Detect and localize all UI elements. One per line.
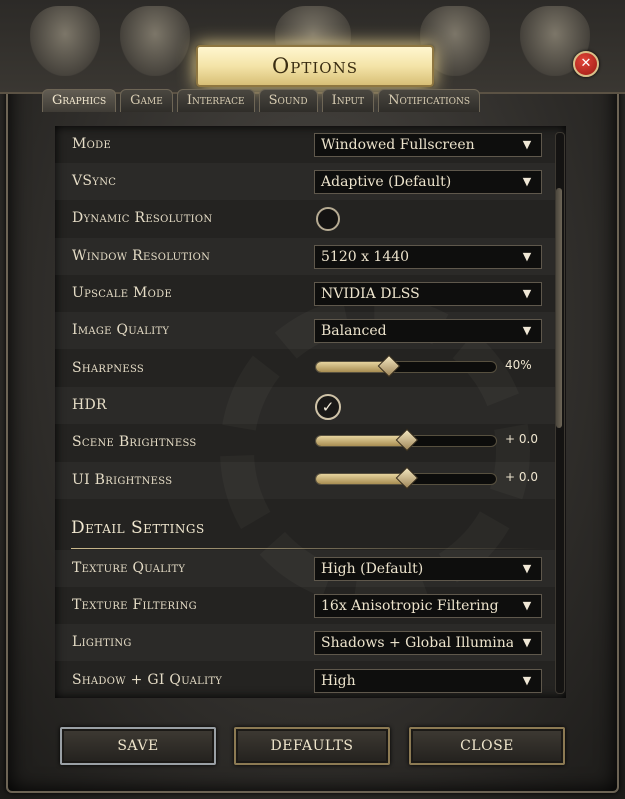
setting-row-scene-brightness: Scene Brightness + 0.0 [55,424,555,461]
sharpness-value: 40% [505,358,532,372]
texture-quality-dropdown[interactable]: High (Default) ▼ [314,557,542,581]
setting-row-vsync: VSync Adaptive (Default) ▼ [55,163,555,200]
tab-input[interactable]: Input [321,89,375,112]
close-button[interactable]: CLOSE [409,727,565,765]
setting-row-hdr: HDR ✓ [55,387,555,424]
setting-label: UI Brightness [72,472,173,488]
setting-row-shadow-gi-quality: Shadow + GI Quality High ▼ [55,662,555,698]
slider-fill [316,474,406,484]
tab-notifications[interactable]: Notifications [378,89,481,112]
dropdown-arrow-icon: ▼ [513,171,541,193]
checkmark-icon[interactable]: ✓ [315,394,341,420]
setting-row-dynamic-resolution: Dynamic Resolution [55,200,555,237]
detail-settings-heading: Detail Settings [71,518,541,549]
setting-row-texture-filtering: Texture Filtering 16x Anisotropic Filter… [55,587,555,624]
slider-handle[interactable] [377,354,401,378]
setting-row-ui-brightness: UI Brightness + 0.0 [55,462,555,499]
slider-handle[interactable] [395,428,419,452]
setting-label: Scene Brightness [72,434,197,450]
setting-row-image-quality: Image Quality Balanced ▼ [55,312,555,349]
dropdown-arrow-icon: ▼ [513,320,541,342]
window-resolution-dropdown[interactable]: 5120 x 1440 ▼ [314,245,542,269]
slider-handle[interactable] [395,466,419,490]
setting-label: Mode [72,136,112,152]
upscale-mode-dropdown[interactable]: NVIDIA DLSS ▼ [314,282,542,306]
dynamic-resolution-toggle[interactable] [316,207,340,231]
setting-label: Window Resolution [72,248,211,264]
dropdown-arrow-icon: ▼ [513,246,541,268]
dropdown-arrow-icon: ▼ [513,558,541,580]
window-title: Options [272,54,358,78]
settings-scrollbar[interactable] [555,132,565,694]
shadow-gi-quality-dropdown[interactable]: High ▼ [314,669,542,693]
dropdown-arrow-icon: ▼ [513,134,541,156]
lighting-dropdown[interactable]: Shadows + Global Illuminat ▼ [314,631,542,655]
setting-row-sharpness: Sharpness 40% [55,350,555,387]
setting-label: HDR [72,397,107,413]
setting-row-upscale-mode: Upscale Mode NVIDIA DLSS ▼ [55,275,555,312]
dropdown-arrow-icon: ▼ [513,670,541,692]
statue-decoration [120,6,190,76]
setting-label: Upscale Mode [72,285,173,301]
slider-fill [316,362,388,372]
tab-graphics[interactable]: Graphics [42,89,117,112]
options-window: Options ✕ Graphics Game Interface Sound … [0,0,625,799]
sharpness-slider[interactable] [315,354,497,378]
scene-brightness-slider[interactable] [315,428,497,452]
setting-label: Sharpness [72,360,145,376]
tab-interface[interactable]: Interface [176,89,255,112]
slider-fill [316,436,406,446]
setting-label: Texture Quality [72,560,186,576]
tab-sound[interactable]: Sound [258,89,318,112]
vsync-dropdown[interactable]: Adaptive (Default) ▼ [314,170,542,194]
setting-label: Lighting [72,634,132,650]
setting-row-lighting: Lighting Shadows + Global Illuminat ▼ [55,624,555,661]
dropdown-arrow-icon: ▼ [513,632,541,654]
dropdown-arrow-icon: ▼ [513,595,541,617]
dropdown-arrow-icon: ▼ [513,283,541,305]
setting-label: Image Quality [72,322,170,338]
statue-decoration [30,6,100,76]
setting-label: Dynamic Resolution [72,210,213,226]
setting-row-texture-quality: Texture Quality High (Default) ▼ [55,550,555,587]
tab-game[interactable]: Game [120,89,173,112]
ui-brightness-value: + 0.0 [505,470,538,484]
save-button[interactable]: SAVE [60,727,216,765]
settings-panel: Mode Windowed Fullscreen ▼ VSync Adaptiv… [55,126,566,698]
scene-brightness-value: + 0.0 [505,432,538,446]
setting-label: VSync [72,173,117,189]
ui-brightness-slider[interactable] [315,466,497,490]
setting-label: Texture Filtering [72,597,197,613]
texture-filtering-dropdown[interactable]: 16x Anisotropic Filtering ▼ [314,594,542,618]
setting-row-mode: Mode Windowed Fullscreen ▼ [55,126,555,163]
mode-dropdown[interactable]: Windowed Fullscreen ▼ [314,133,542,157]
scrollbar-thumb[interactable] [556,188,562,428]
setting-label: Shadow + GI Quality [72,672,223,688]
close-icon[interactable]: ✕ [573,51,599,77]
setting-row-window-resolution: Window Resolution 5120 x 1440 ▼ [55,238,555,275]
image-quality-dropdown[interactable]: Balanced ▼ [314,319,542,343]
window-title-plate: Options [196,45,434,87]
tab-bar: Graphics Game Interface Sound Input Noti… [42,89,587,112]
defaults-button[interactable]: DEFAULTS [234,727,390,765]
